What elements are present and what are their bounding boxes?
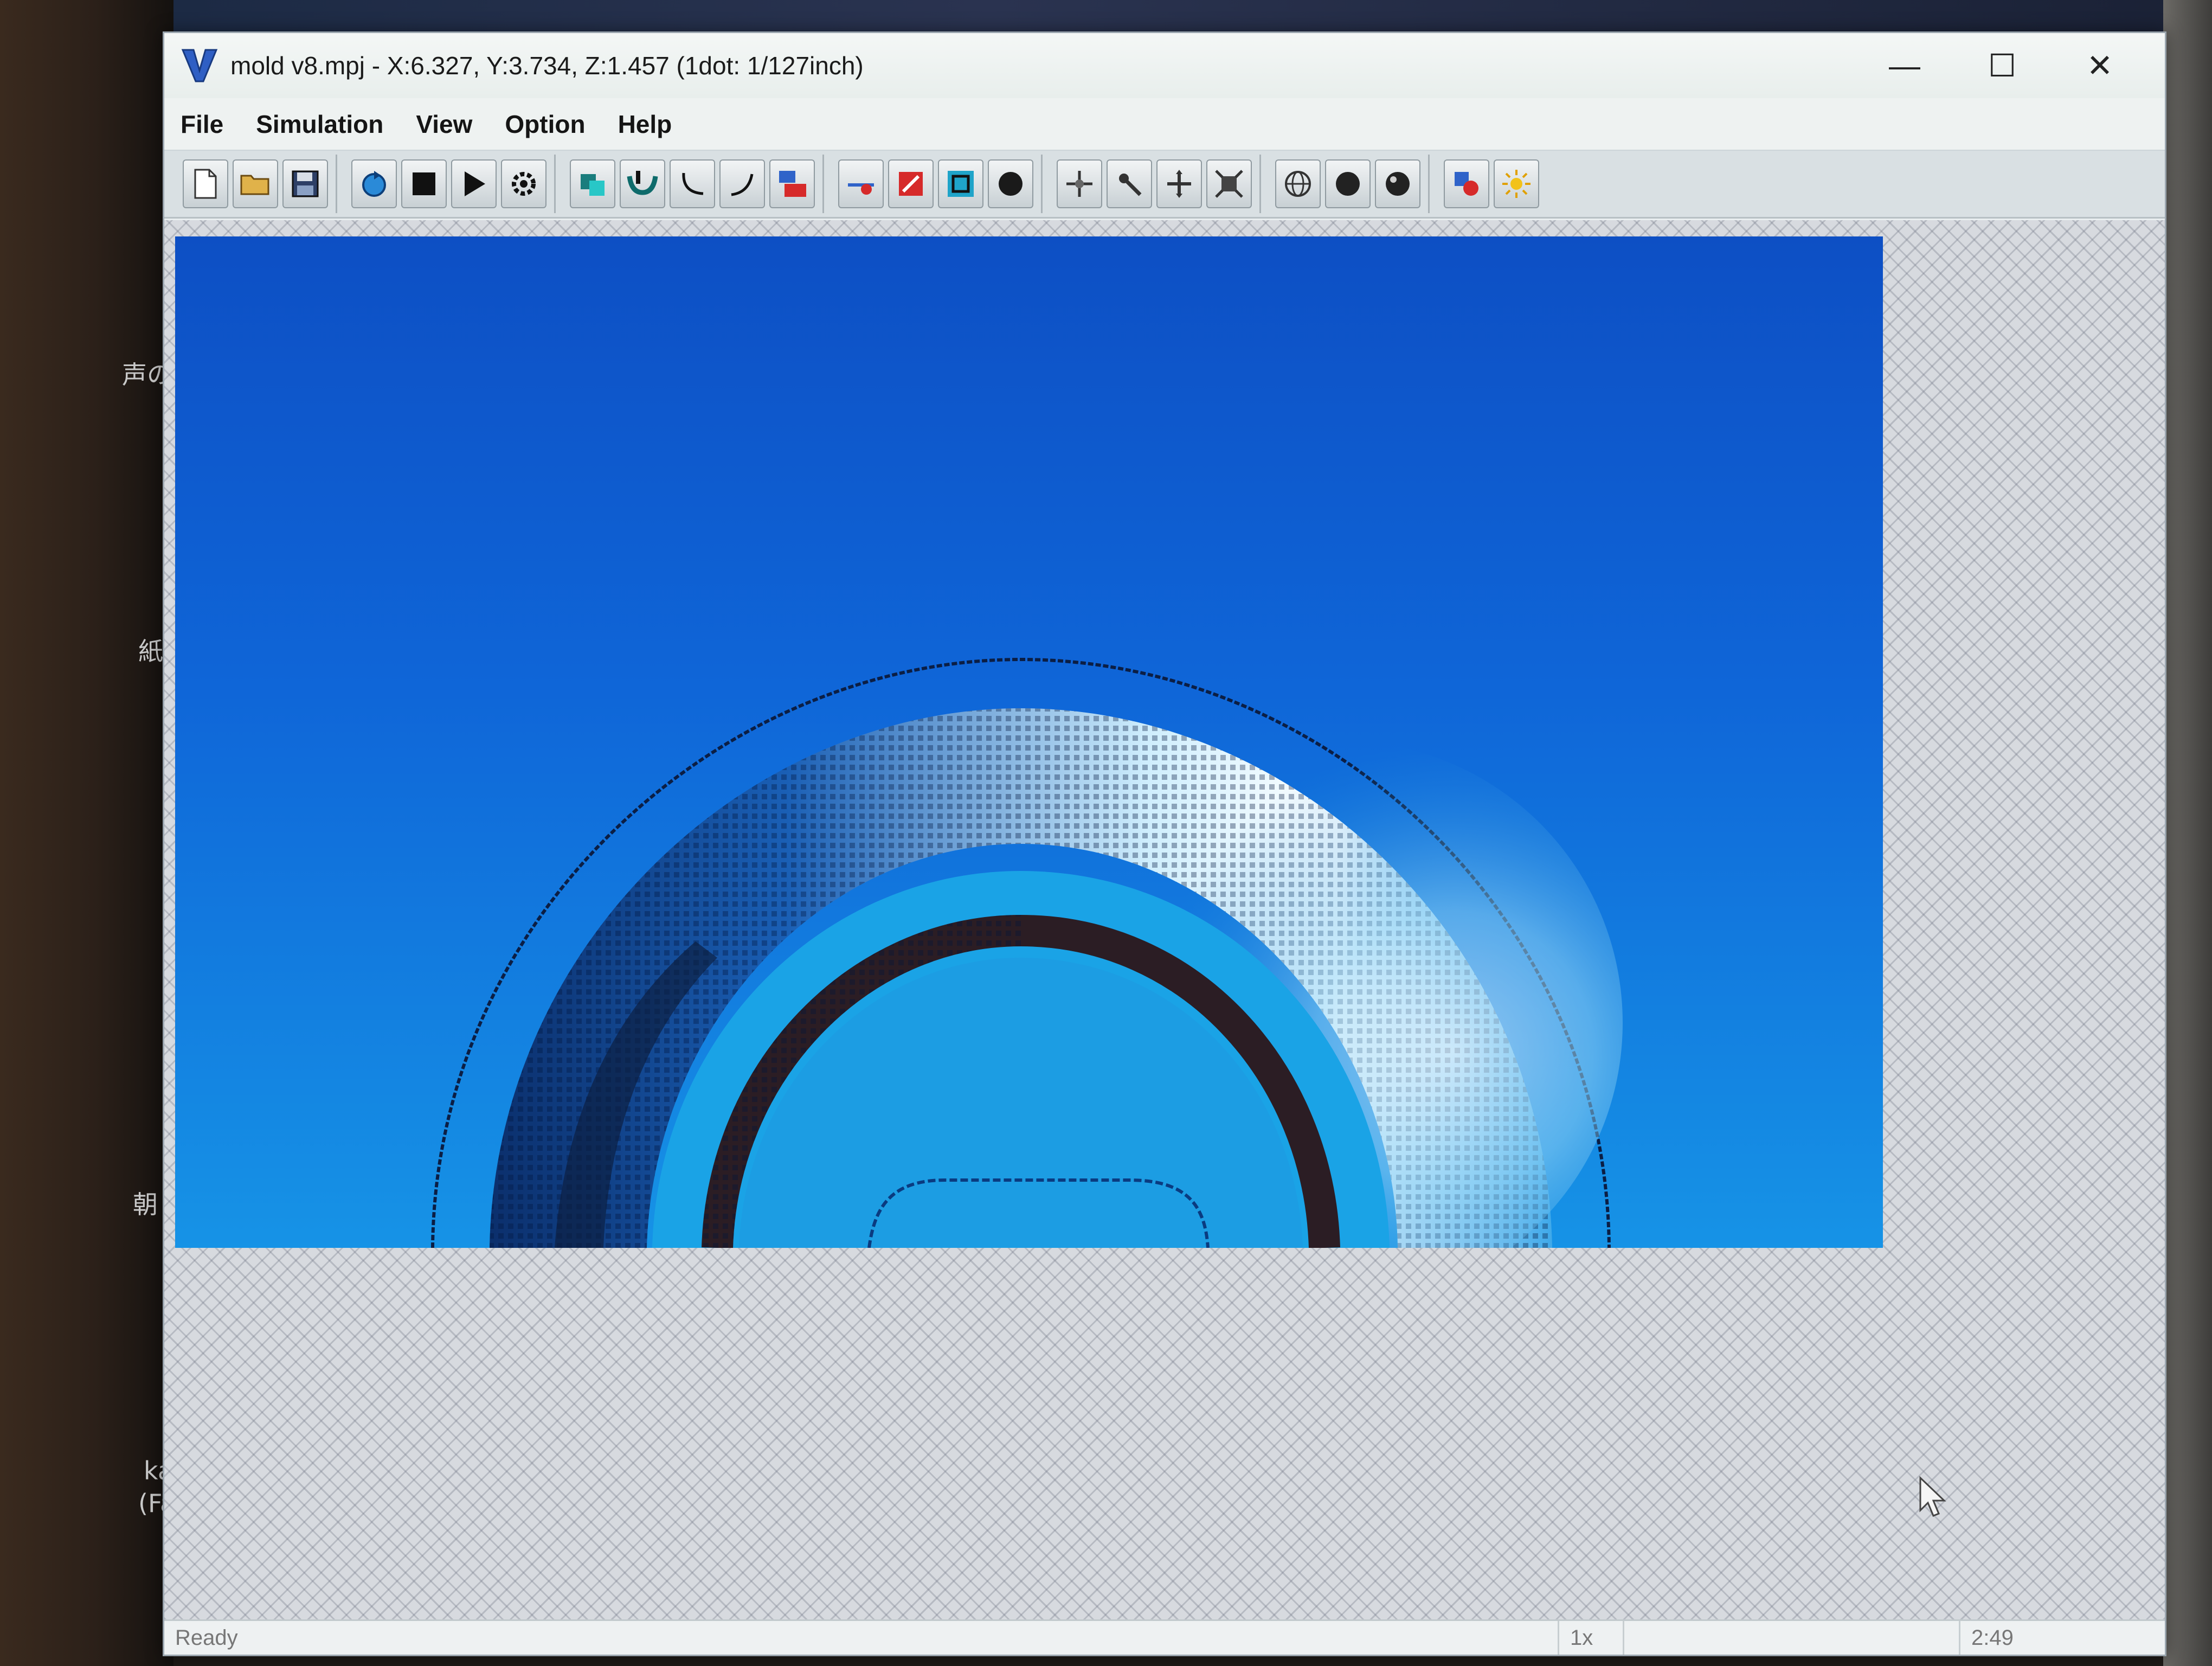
menu-simulation[interactable]: Simulation <box>240 110 400 139</box>
curve-path-button[interactable] <box>670 159 715 208</box>
app-window: mold v8.mpj - X:6.327, Y:3.734, Z:1.457 … <box>163 31 2166 1656</box>
wire-sphere-icon <box>1285 171 1311 197</box>
rotate-icon <box>1119 174 1142 196</box>
status-blank <box>1623 1621 1959 1655</box>
reload-icon <box>362 171 386 197</box>
color-map-icon <box>899 172 923 196</box>
toolbar-group-paths <box>562 155 824 213</box>
desktop-taskbar-strip <box>173 0 2212 33</box>
play-button[interactable] <box>451 159 497 208</box>
frame-view-icon <box>948 171 974 197</box>
sim-settings-button[interactable] <box>501 159 546 208</box>
toolbar-group-simulation <box>344 155 556 213</box>
pan-tool-button[interactable] <box>1156 159 1202 208</box>
layer-color-button[interactable] <box>1444 159 1489 208</box>
desktop-label: 紙 <box>138 637 163 666</box>
mesh-view-button[interactable] <box>570 159 615 208</box>
new-file-button[interactable] <box>183 159 228 208</box>
title-bar[interactable]: mold v8.mpj - X:6.327, Y:3.734, Z:1.457 … <box>164 33 2165 98</box>
menu-file[interactable]: File <box>164 110 240 139</box>
status-time: 2:49 <box>1959 1621 2121 1655</box>
curve-path-icon <box>682 172 704 195</box>
desktop-right-edge <box>2163 0 2212 1666</box>
save-disk-icon <box>292 170 319 197</box>
window-title: mold v8.mpj - X:6.327, Y:3.734, Z:1.457 … <box>230 52 864 80</box>
wire-sphere-button[interactable] <box>1275 159 1321 208</box>
gloss-sphere-icon <box>1386 172 1410 196</box>
reload-button[interactable] <box>351 159 397 208</box>
sim-run-button[interactable] <box>838 159 884 208</box>
gloss-sphere-button[interactable] <box>1375 159 1420 208</box>
tool-path-button[interactable] <box>620 159 665 208</box>
toolbar-group-display <box>831 155 1043 213</box>
open-file-button[interactable] <box>233 159 278 208</box>
solid-sphere-icon <box>1336 172 1360 196</box>
frame-view-button[interactable] <box>938 159 983 208</box>
menu-view[interactable]: View <box>400 110 488 139</box>
desktop-label: 朝 <box>133 1190 158 1219</box>
sun-icon <box>1502 170 1531 198</box>
toolbar-group-file <box>175 155 337 213</box>
gear-icon <box>512 172 536 196</box>
move-tool-button[interactable] <box>1057 159 1102 208</box>
render-canvas[interactable] <box>175 236 1883 1248</box>
3d-view-button[interactable] <box>769 159 815 208</box>
simulation-viewport[interactable] <box>164 220 2165 1619</box>
new-file-icon <box>194 169 217 199</box>
color-map-button[interactable] <box>888 159 934 208</box>
shaded-sphere-button[interactable] <box>988 159 1033 208</box>
mouse-cursor-icon <box>1919 1476 1946 1517</box>
tool-path-icon <box>627 171 658 195</box>
fit-view-button[interactable] <box>1206 159 1252 208</box>
arc-path-icon <box>731 174 754 196</box>
arc-path-button[interactable] <box>719 159 765 208</box>
mesh-view-icon <box>581 174 605 196</box>
pan-icon <box>1167 170 1191 198</box>
mold-render-image <box>431 657 1623 1248</box>
save-file-button[interactable] <box>282 159 328 208</box>
3d-view-icon <box>779 171 806 197</box>
stop-icon <box>413 172 435 195</box>
menu-help[interactable]: Help <box>602 110 689 139</box>
open-folder-icon <box>240 175 269 195</box>
status-speed: 1x <box>1558 1621 1623 1655</box>
minimize-button[interactable]: — <box>1856 33 1953 98</box>
sim-run-icon <box>848 183 874 195</box>
toolbar-group-navigation <box>1049 155 1261 213</box>
move-icon <box>1066 171 1092 197</box>
desktop-background <box>0 0 173 1666</box>
dark-sphere-icon <box>999 172 1023 196</box>
toolbar-group-scene <box>1436 155 1547 213</box>
toolbar-group-render <box>1268 155 1430 213</box>
menu-bar: File Simulation View Option Help <box>164 98 2165 151</box>
stop-button[interactable] <box>401 159 447 208</box>
app-logo-icon <box>181 47 218 85</box>
fit-view-icon <box>1215 170 1243 198</box>
play-icon <box>465 171 485 196</box>
light-source-button[interactable] <box>1494 159 1539 208</box>
close-button[interactable]: ✕ <box>2051 33 2149 98</box>
rotate-tool-button[interactable] <box>1107 159 1152 208</box>
status-text: Ready <box>175 1625 238 1650</box>
layer-color-icon <box>1455 172 1478 196</box>
toolbar <box>164 151 2165 219</box>
status-bar: Ready 1x 2:49 <box>164 1619 2165 1655</box>
maximize-button[interactable]: ☐ <box>1953 33 2051 98</box>
solid-sphere-button[interactable] <box>1325 159 1371 208</box>
menu-option[interactable]: Option <box>488 110 601 139</box>
